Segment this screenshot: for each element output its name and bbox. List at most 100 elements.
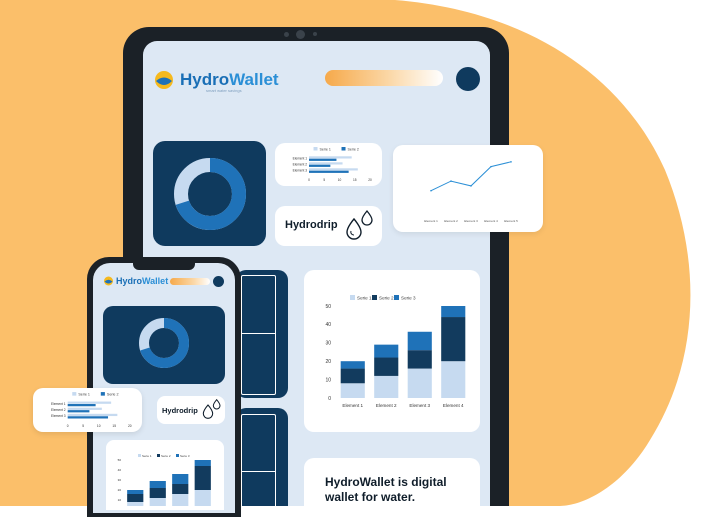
phone-stacked-ytick-50: 50 [118,458,122,462]
phone-stacked-bar-1-serie1 [127,502,144,506]
phone-water-drops-icon [202,398,221,419]
stacked-legend-swatch-2 [372,295,377,300]
stacked-bar-1-serie3 [340,361,365,369]
tablet-sensor [284,32,289,37]
phone-water-drop-logo-icon [104,276,113,286]
stacked-bar-4-serie3 [441,306,466,318]
avatar[interactable] [456,67,480,91]
hbar-chart: Serie 1 Serie 2 Element 1 Element 2 Element … [293,147,372,182]
phone-stacked-bar-1-serie3 [127,490,144,494]
phone-stacked-legend-swatch-1 [138,454,141,457]
legend-swatch-serie-2 [100,392,105,396]
hbar-tick-15: 15 [353,178,357,182]
phone-stacked-bar-3-serie1 [172,494,189,506]
hbar-tick-0: 0 [308,178,310,182]
legend-swatch-serie-2 [341,147,346,151]
legend-label-serie-2: Serie 2 [348,147,359,151]
hbar-category-label-2: Element 2 [51,408,66,412]
hbar-bar-serie1-3 [67,413,118,417]
hbar-category-label-2: Element 2 [293,163,308,167]
stacked-ytick-50: 50 [325,304,331,310]
legend-swatch-serie-1 [313,147,318,151]
phone-stacked-legend-swatch-2 [157,454,160,457]
hbar-bar-serie2-3 [67,416,109,419]
phone-search-bar[interactable] [170,278,210,285]
tablet-sensor-2 [313,32,317,36]
hbar-tick-20: 20 [368,178,372,182]
water-drop-logo-icon [155,71,173,89]
hbar-bar-serie2-1 [309,158,337,161]
hydrodrip-label: Hydrodrip [285,219,338,231]
donut-chart [174,158,246,230]
water-drops-icon [346,209,373,240]
card-divider-2 [241,414,276,507]
line-point-3 [470,185,472,187]
hbar-bar-serie1-1 [67,401,112,404]
hbar-bar-serie2-2 [67,410,90,413]
stacked-legend-label-3: Serie 3 [401,296,416,301]
hbar-tick-10: 10 [97,424,101,428]
phone-brand-name: HydroWallet [116,276,169,286]
line-xlabel-5: Element 5 [504,219,518,223]
phone-hydrodrip-label: Hydrodrip [162,406,198,415]
stacked-ytick-20: 20 [325,359,331,365]
stacked-bar-2-serie1 [374,375,399,398]
legend-swatch-serie-1 [72,392,77,396]
card-divider [241,275,276,395]
tablet-brand-tagline: smart water savings [206,88,242,93]
legend-label-serie-1: Serie 1 [320,147,331,151]
search-bar[interactable] [325,70,443,86]
line-point-5 [510,161,512,163]
line-point-1 [430,189,432,192]
hbar-bar-serie2-2 [309,164,331,167]
stacked-ytick-40: 40 [325,322,331,328]
stacked-ytick-0: 0 [328,396,331,402]
headline-line-2: wallet for water. [325,490,416,504]
hbar-bar-serie1-2 [309,162,343,165]
phone-stacked-ytick-20: 20 [118,488,122,492]
line-xlabel-3: Element 3 [464,219,478,223]
phone-stacked-legend-label-1: Serie 1 [142,454,152,458]
hbar-tick-20: 20 [128,424,132,428]
phone-stacked-bar-4-serie3 [194,460,211,466]
phone-avatar[interactable] [213,276,224,287]
stacked-ytick-10: 10 [325,377,331,383]
hbar-bar-serie1-2 [67,407,102,410]
tablet-camera [296,30,305,39]
stacked-xlabel-1: Element 1 [342,403,363,408]
card-divider-2-h [241,471,275,472]
hbar-tick-15: 15 [112,424,116,428]
phone-stacked-legend-label-2: Serie 2 [161,454,171,458]
legend-label-serie-1: Serie 1 [78,392,90,396]
hbar-tick-0: 0 [67,424,69,428]
hbar-tick-5: 5 [82,424,84,428]
headline-line-1: HydroWallet is digital [325,475,447,489]
stacked-legend-swatch-1 [350,295,355,300]
hbar-category-label-3: Element 3 [293,169,308,173]
phone-donut-chart [139,318,189,368]
hbar-category-label-1: Element 1 [51,402,66,406]
phone-stacked-ytick-40: 40 [118,468,122,472]
hbar-category-label-3: Element 3 [51,414,66,418]
stacked-bar-2-serie3 [374,344,399,358]
stacked-bar-1-serie1 [340,383,365,398]
stacked-bar-2-serie2 [374,357,399,376]
phone-stacked-ytick-30: 30 [118,478,122,482]
phone-stacked-bar-4-serie1 [194,490,211,506]
hbar-tick-5: 5 [323,178,325,182]
line-xlabel-1: Element 1 [424,219,438,223]
line-point-2 [450,180,452,182]
stacked-bar-3-serie2 [407,350,432,369]
phone-stacked-legend-swatch-3 [176,454,179,457]
legend-label-serie-2: Serie 2 [107,392,119,396]
phone-stacked-bar-1-serie2 [127,494,144,502]
phone-stacked-ytick-10: 10 [118,498,122,502]
phone-stacked-bar-chart: Serie 1Serie 2Serie 301020304050 [118,454,211,506]
stacked-bar-3-serie3 [407,331,432,351]
stacked-bar-1-serie2 [340,368,365,384]
line-xlabel-2: Element 2 [444,219,458,223]
hbar-category-label-1: Element 1 [293,157,308,161]
tablet-brand-name: HydroWallet [180,70,279,89]
phone-stacked-bar-2-serie2 [149,488,166,498]
stacked-legend-swatch-3 [394,295,399,300]
